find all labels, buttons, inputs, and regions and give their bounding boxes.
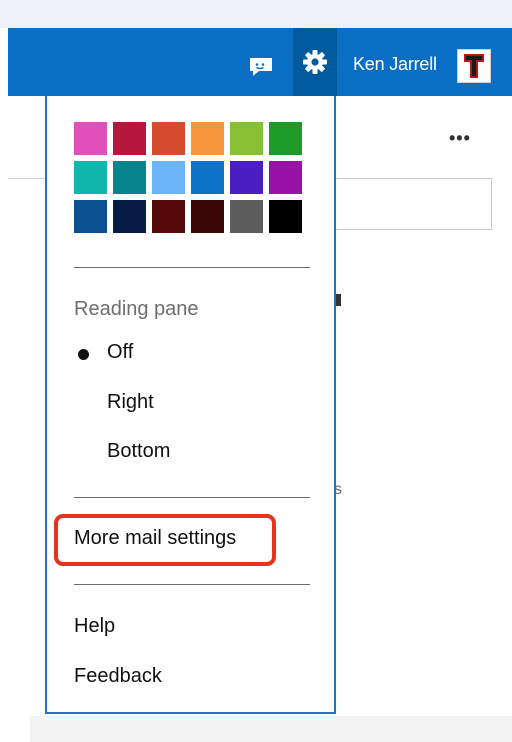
theme-color-swatch[interactable] — [269, 200, 302, 233]
occluded-text — [336, 294, 341, 306]
panel-divider — [8, 178, 44, 179]
reading-pane-option-off[interactable]: Off — [74, 337, 310, 371]
theme-color-swatch[interactable] — [74, 200, 107, 233]
menu-divider — [74, 267, 310, 268]
theme-color-swatch[interactable] — [113, 161, 146, 194]
menu-divider — [74, 584, 310, 585]
theme-color-swatch[interactable] — [191, 200, 224, 233]
theme-color-swatch[interactable] — [152, 200, 185, 233]
theme-color-swatch[interactable] — [191, 122, 224, 155]
more-options-button[interactable]: ••• — [449, 128, 471, 149]
theme-color-grid — [74, 122, 302, 233]
option-label: Right — [107, 391, 154, 413]
user-name[interactable]: Ken Jarrell — [353, 54, 437, 75]
theme-color-swatch[interactable] — [230, 122, 263, 155]
option-label: Bottom — [107, 440, 171, 462]
settings-button[interactable] — [293, 28, 337, 96]
theme-color-swatch[interactable] — [74, 161, 107, 194]
more-mail-settings-link[interactable]: More mail settings — [74, 527, 236, 550]
browser-top-strip — [0, 0, 512, 28]
theme-color-swatch[interactable] — [230, 200, 263, 233]
option-label: Off — [107, 341, 134, 363]
theme-color-swatch[interactable] — [230, 161, 263, 194]
theme-color-swatch[interactable] — [152, 122, 185, 155]
reading-pane-option-bottom[interactable]: Bottom — [74, 436, 310, 470]
texas-tech-logo-icon — [464, 54, 484, 78]
feedback-link[interactable]: Feedback — [74, 665, 162, 688]
theme-color-swatch[interactable] — [191, 161, 224, 194]
search-input[interactable] — [330, 178, 492, 230]
theme-color-swatch[interactable] — [269, 122, 302, 155]
gear-icon — [303, 50, 327, 74]
theme-color-swatch[interactable] — [113, 200, 146, 233]
theme-color-swatch[interactable] — [113, 122, 146, 155]
settings-dropdown: Reading pane Off Right Bottom More mail … — [45, 96, 336, 714]
theme-color-swatch[interactable] — [74, 122, 107, 155]
avatar[interactable] — [457, 49, 491, 83]
menu-divider — [74, 497, 310, 498]
theme-color-swatch[interactable] — [152, 161, 185, 194]
feedback-icon[interactable] — [248, 56, 274, 78]
selected-dot-icon — [78, 349, 89, 360]
reading-pane-label: Reading pane — [74, 298, 199, 320]
reading-pane-option-right[interactable]: Right — [74, 387, 310, 421]
help-link[interactable]: Help — [74, 615, 115, 638]
theme-color-swatch[interactable] — [269, 161, 302, 194]
